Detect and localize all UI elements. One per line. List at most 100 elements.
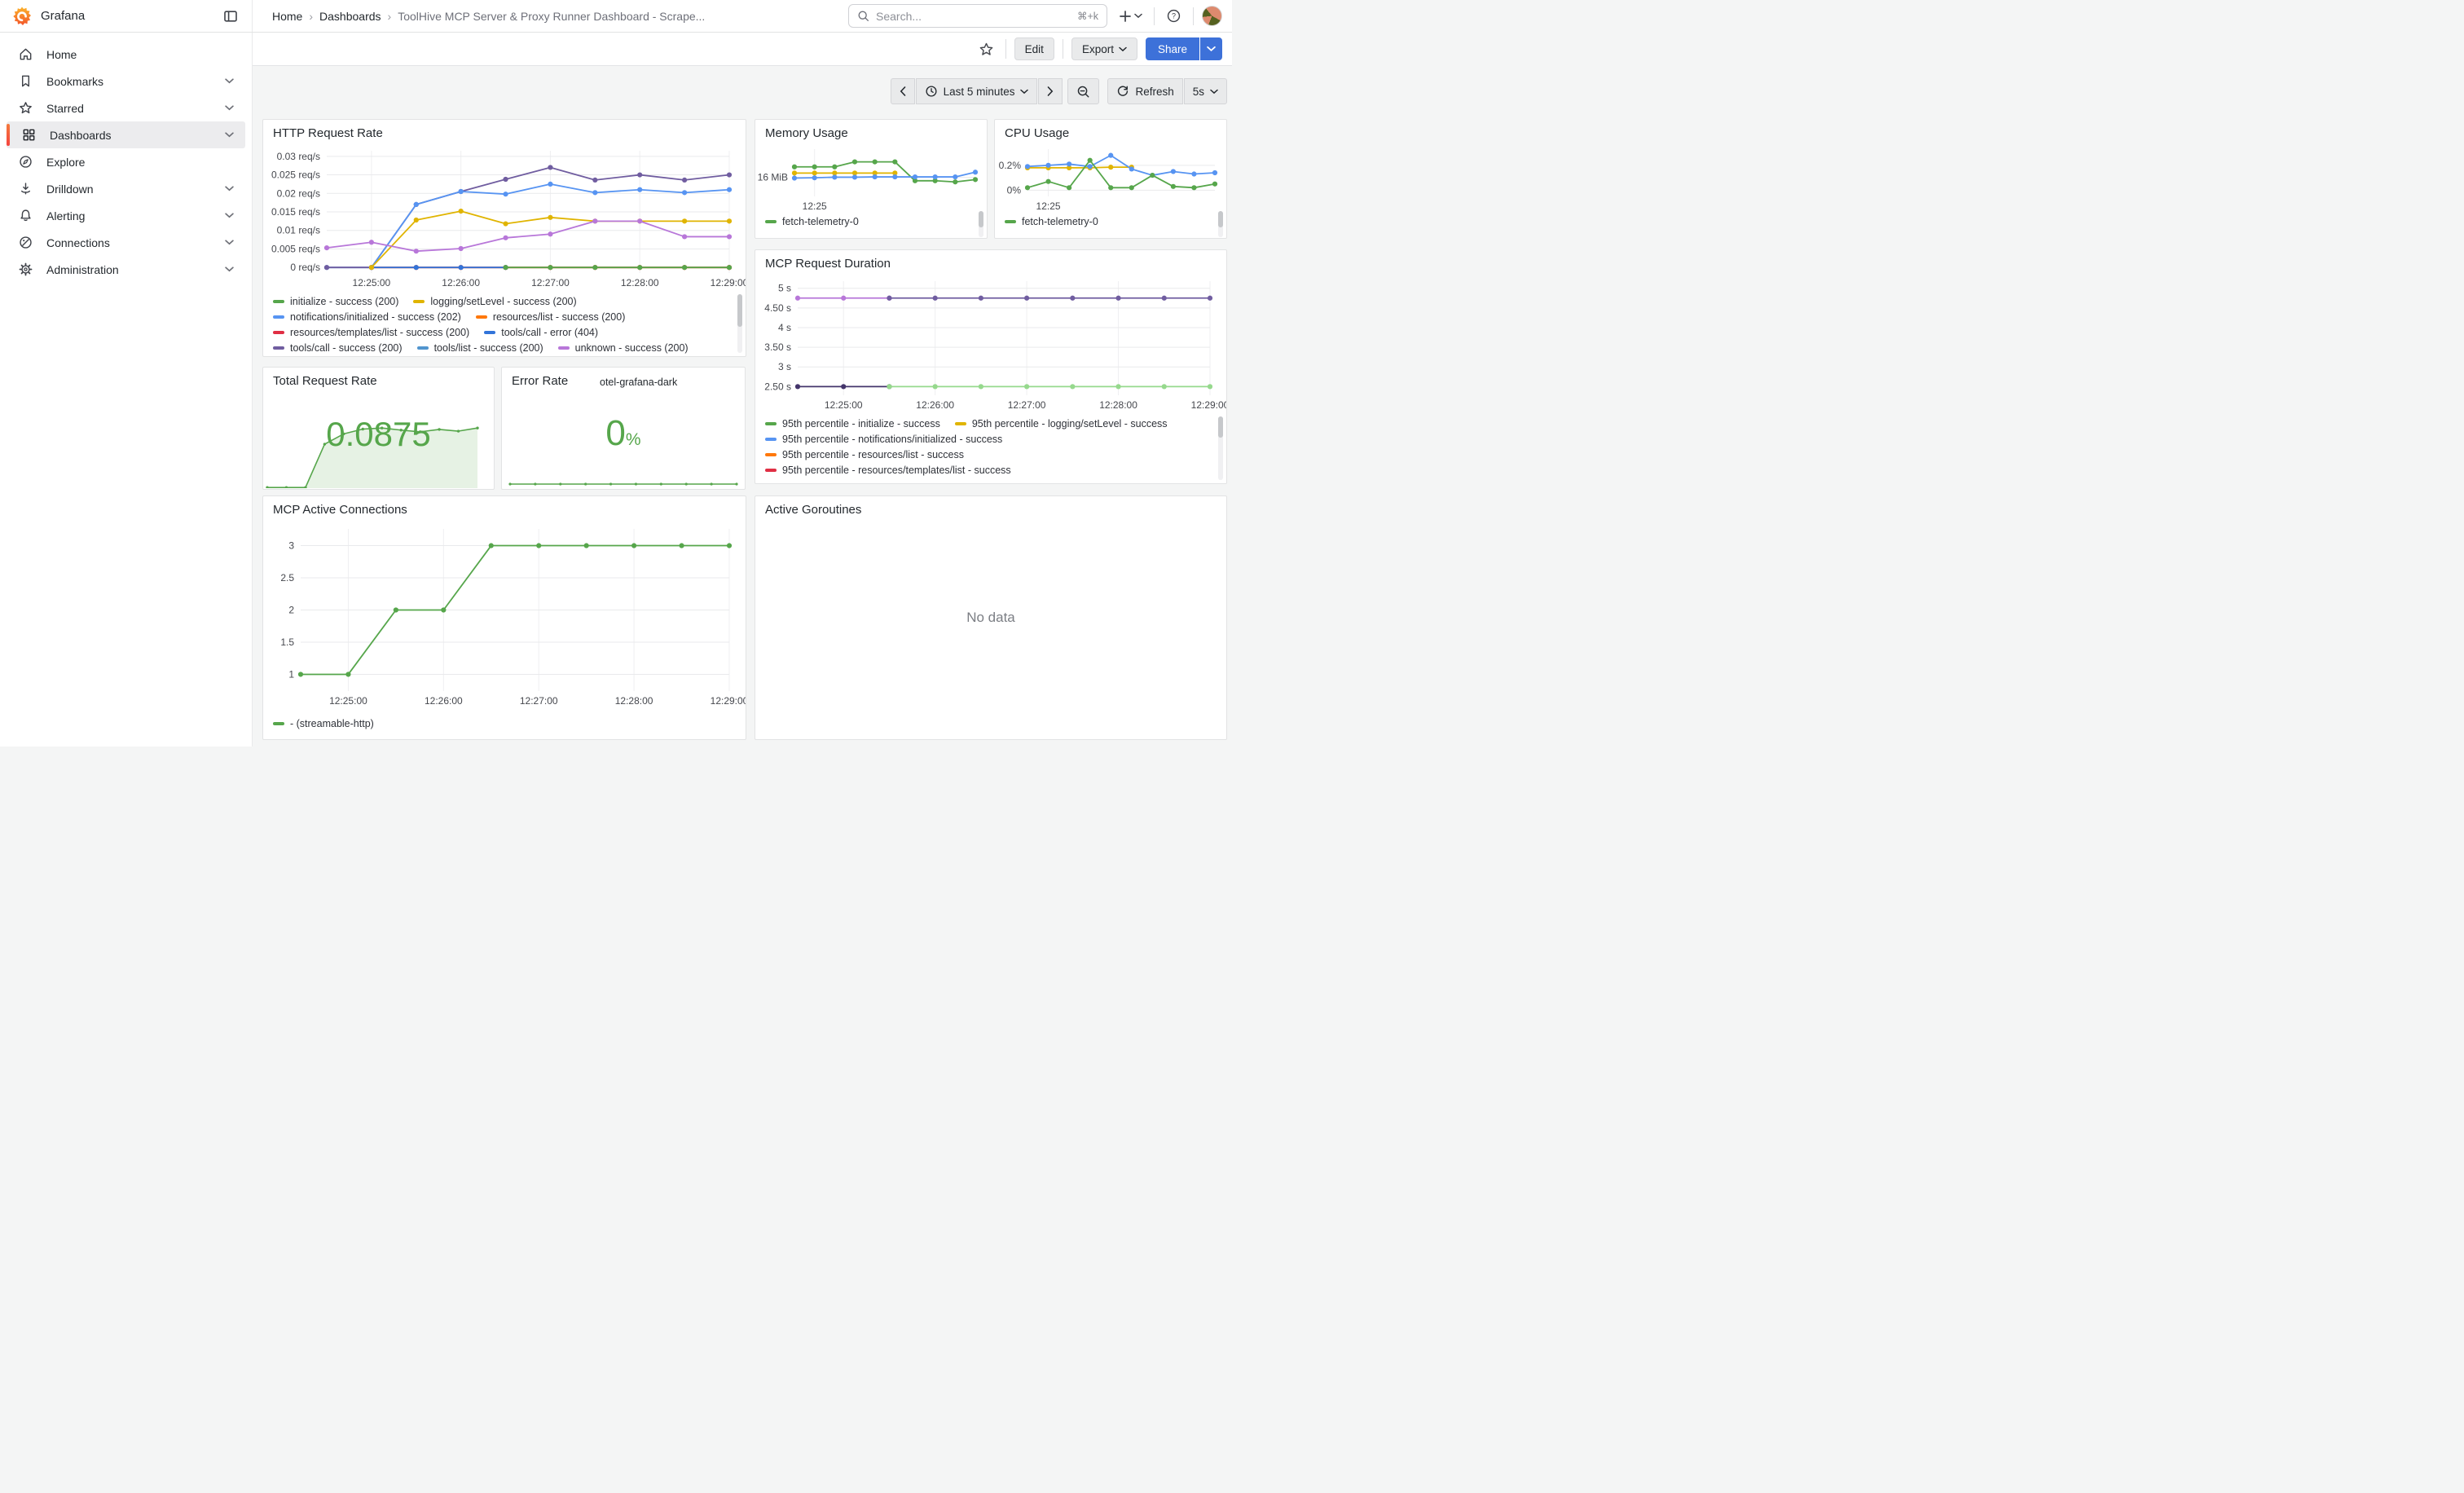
- chevron-down-icon[interactable]: [225, 266, 234, 272]
- svg-text:12:25: 12:25: [803, 200, 827, 212]
- panel-title[interactable]: CPU Usage: [995, 120, 1226, 140]
- http-request-rate-chart[interactable]: 0 req/s0.005 req/s0.01 req/s0.015 req/s0…: [263, 144, 746, 291]
- legend-color-swatch: [413, 300, 425, 304]
- dashboard-canvas: Last 5 minutes Refresh 5s: [253, 66, 1232, 746]
- svg-text:1: 1: [288, 668, 294, 680]
- legend-item[interactable]: initialize - success (200): [273, 296, 398, 307]
- svg-text:4 s: 4 s: [778, 322, 791, 333]
- divider: [1193, 7, 1194, 25]
- breadcrumb-home[interactable]: Home: [272, 10, 302, 23]
- legend-item[interactable]: fetch-telemetry-0: [765, 216, 859, 227]
- edit-button[interactable]: Edit: [1014, 37, 1054, 60]
- mcp-active-connections-chart[interactable]: 11.522.5312:25:0012:26:0012:27:0012:28:0…: [263, 521, 746, 712]
- legend-item[interactable]: resources/list - success (200): [476, 311, 626, 323]
- refresh-interval-picker[interactable]: 5s: [1184, 78, 1227, 104]
- svg-text:0.015 req/s: 0.015 req/s: [271, 206, 320, 218]
- share-button[interactable]: Share: [1146, 37, 1199, 60]
- cpu-usage-chart[interactable]: 0.2%0%12:25: [995, 141, 1226, 213]
- breadcrumb: Home › Dashboards › ToolHive MCP Server …: [272, 10, 705, 23]
- grafana-logo[interactable]: [11, 6, 33, 27]
- legend-label: 95th percentile - notifications/initiali…: [782, 434, 1002, 445]
- brand-name: Grafana: [41, 9, 219, 23]
- panel-title[interactable]: Total Request Rate: [263, 368, 494, 388]
- zoom-out-icon[interactable]: [1067, 78, 1099, 104]
- sidebar-item-administration[interactable]: Administration: [7, 256, 245, 283]
- panel-http-request-rate: HTTP Request Rate 0 req/s0.005 req/s0.01…: [262, 119, 746, 357]
- sidebar-item-drilldown[interactable]: Drilldown: [7, 175, 245, 202]
- legend-item[interactable]: tools/call - error (404): [484, 327, 598, 338]
- legend-item[interactable]: fetch-telemetry-0: [1005, 216, 1098, 227]
- search-input[interactable]: [876, 10, 1071, 23]
- sidebar-item-starred[interactable]: Starred: [7, 95, 245, 121]
- panel-title[interactable]: HTTP Request Rate: [263, 120, 746, 140]
- sidebar-item-label: Home: [46, 48, 245, 61]
- sidebar-item-home[interactable]: Home: [7, 41, 245, 68]
- clock-icon: [925, 85, 938, 98]
- legend-item[interactable]: notifications/initialized - success (202…: [273, 311, 461, 323]
- panel-title[interactable]: MCP Active Connections: [263, 496, 746, 517]
- legend-item[interactable]: 95th percentile - notifications/initiali…: [765, 434, 1002, 445]
- legend-item[interactable]: tools/call - success (200): [273, 342, 403, 354]
- share-menu-button[interactable]: [1200, 37, 1222, 60]
- panel-total-request-rate: Total Request Rate 0.0875: [262, 367, 495, 490]
- gear-icon: [17, 262, 33, 277]
- chevron-down-icon[interactable]: [225, 132, 234, 138]
- panel-error-rate: Error Rate otel-grafana-dark 0%: [501, 367, 746, 490]
- legend-scrollbar-thumb[interactable]: [1218, 416, 1223, 438]
- error-rate-sparkline[interactable]: [508, 478, 738, 487]
- sidebar-item-label: Drilldown: [46, 183, 225, 196]
- sidebar-item-dashboards[interactable]: Dashboards: [7, 121, 245, 148]
- time-shift-back-button[interactable]: [891, 78, 915, 104]
- legend-item[interactable]: logging/setLevel - success (200): [413, 296, 576, 307]
- mcp-request-duration-chart[interactable]: 5 s4.50 s4 s3.50 s3 s2.50 s12:25:0012:26…: [755, 275, 1226, 415]
- user-avatar[interactable]: [1202, 6, 1222, 26]
- sidebar-item-alerting[interactable]: Alerting: [7, 202, 245, 229]
- sidebar-item-bookmarks[interactable]: Bookmarks: [7, 68, 245, 95]
- search-box[interactable]: ⌘+k: [848, 4, 1107, 28]
- legend-item[interactable]: 95th percentile - initialize - success: [765, 418, 940, 429]
- svg-text:12:26:00: 12:26:00: [916, 399, 954, 411]
- legend-item[interactable]: 95th percentile - resources/templates/li…: [765, 465, 1011, 476]
- panel-title[interactable]: MCP Request Duration: [755, 250, 1226, 271]
- add-new-button[interactable]: [1115, 7, 1146, 26]
- legend-label: tools/list - success (200): [434, 342, 543, 354]
- help-icon[interactable]: ?: [1163, 5, 1185, 27]
- legend-scrollbar-thumb[interactable]: [737, 294, 742, 327]
- breadcrumb-dashboards[interactable]: Dashboards: [319, 10, 381, 23]
- sidebar-item-explore[interactable]: Explore: [7, 148, 245, 175]
- legend-scrollbar-thumb[interactable]: [1218, 211, 1223, 227]
- svg-text:2.50 s: 2.50 s: [764, 381, 791, 392]
- time-shift-forward-button[interactable]: [1038, 78, 1063, 104]
- refresh-button[interactable]: Refresh: [1107, 78, 1182, 104]
- legend-label: tools/call - success (200): [290, 342, 403, 354]
- sidebar-item-connections[interactable]: Connections: [7, 229, 245, 256]
- legend-item[interactable]: - (streamable-http): [273, 718, 374, 729]
- legend-color-swatch: [558, 346, 570, 350]
- svg-text:4.50 s: 4.50 s: [764, 302, 791, 314]
- refresh-icon: [1116, 85, 1129, 98]
- sidebar-item-label: Alerting: [46, 209, 225, 222]
- panel-left-icon[interactable]: [219, 5, 242, 28]
- legend-item[interactable]: 95th percentile - resources/list - succe…: [765, 449, 964, 460]
- legend-item[interactable]: tools/list - success (200): [417, 342, 543, 354]
- chevron-down-icon[interactable]: [225, 186, 234, 192]
- chevron-down-icon[interactable]: [225, 240, 234, 245]
- export-button[interactable]: Export: [1071, 37, 1137, 60]
- memory-usage-chart[interactable]: 16 MiB12:25: [755, 141, 987, 213]
- chevron-down-icon[interactable]: [225, 105, 234, 111]
- bell-icon: [17, 208, 33, 223]
- legend-item[interactable]: unknown - success (200): [558, 342, 689, 354]
- sidebar-item-label: Connections: [46, 236, 225, 249]
- svg-text:3 s: 3 s: [778, 361, 791, 372]
- legend-label: logging/setLevel - success (200): [430, 296, 576, 307]
- legend-item[interactable]: resources/templates/list - success (200): [273, 327, 469, 338]
- legend-label: 95th percentile - resources/list - succe…: [782, 449, 964, 460]
- chevron-down-icon[interactable]: [225, 78, 234, 84]
- star-dashboard-button[interactable]: [975, 38, 997, 60]
- chevron-down-icon[interactable]: [225, 213, 234, 218]
- panel-title[interactable]: Memory Usage: [755, 120, 987, 140]
- divider: [1154, 7, 1155, 25]
- legend-item[interactable]: 95th percentile - logging/setLevel - suc…: [955, 418, 1168, 429]
- legend-scrollbar-thumb[interactable]: [979, 211, 983, 227]
- time-range-picker[interactable]: Last 5 minutes: [916, 78, 1038, 104]
